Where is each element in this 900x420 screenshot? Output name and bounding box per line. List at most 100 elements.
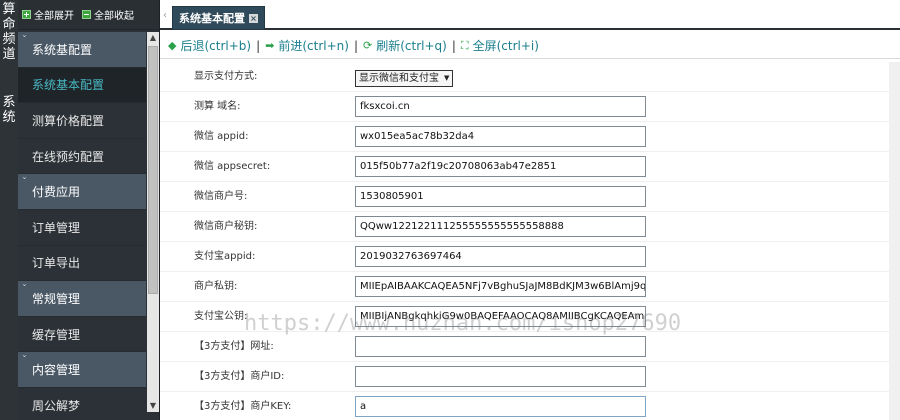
dropdown-caret-icon: ▼ bbox=[444, 74, 450, 82]
form-row-alipay-appid: 支付宝appid: 2019032763697464 bbox=[160, 242, 900, 272]
sidebar-item-label: 系统基配置 bbox=[32, 42, 93, 57]
sidebar-item-label: 周公解梦 bbox=[32, 398, 81, 413]
module-char: 频 bbox=[2, 32, 16, 47]
main-scrollbar[interactable] bbox=[889, 62, 900, 420]
thirdparty-url-label: 【3方支付】网址: bbox=[194, 341, 274, 352]
nav-separator: | bbox=[451, 38, 456, 53]
form-row-wechat-merchant-id: 微信商户号: 1530805901 bbox=[160, 182, 900, 212]
wechat-appid-input[interactable]: wx015ea5ac78b32da4 bbox=[355, 126, 646, 147]
module-char: 道 bbox=[2, 47, 16, 62]
module-tab-system[interactable]: 系 统 bbox=[0, 95, 18, 125]
domain-label: 测算 域名: bbox=[194, 101, 241, 112]
merchant-private-key-label: 商户私钥: bbox=[194, 281, 238, 292]
alipay-appid-label: 支付宝appid: bbox=[194, 251, 256, 262]
sidebar-item-label: 付费应用 bbox=[32, 185, 81, 200]
wechat-merchant-id-label: 微信商户号: bbox=[194, 191, 248, 202]
module-char: 统 bbox=[2, 110, 16, 125]
close-icon[interactable]: × bbox=[249, 13, 258, 23]
refresh-icon: ⟳ bbox=[363, 39, 373, 52]
sidebar-group-general[interactable]: 常规管理 bbox=[18, 281, 146, 317]
nav-separator: | bbox=[353, 38, 358, 53]
form-row-wechat-appid: 微信 appid: wx015ea5ac78b32da4 bbox=[160, 122, 900, 152]
form-row-alipay-public-key: 支付宝公钥: MIIBIjANBgkqhkiG9w0BAQEFAAOCAQ8AM… bbox=[160, 302, 900, 332]
scroll-up-arrow-icon[interactable]: ▲ bbox=[149, 34, 157, 42]
sidebar-group-paid-apps[interactable]: 付费应用 bbox=[18, 174, 146, 210]
sidebar-item-dream-interpretation[interactable]: 周公解梦 bbox=[18, 387, 146, 420]
alipay-appid-input[interactable]: 2019032763697464 bbox=[355, 246, 646, 267]
nav-separator: | bbox=[256, 38, 261, 53]
sidebar-group-content[interactable]: 内容管理 bbox=[18, 352, 146, 388]
module-char: 算 bbox=[2, 2, 16, 17]
tab-label: 系统基本配置 bbox=[179, 12, 245, 25]
tab-system-basic-config[interactable]: 系统基本配置 × bbox=[172, 6, 265, 30]
refresh-label: 刷新(ctrl+q) bbox=[376, 39, 447, 53]
thirdparty-merchant-key-input[interactable]: a bbox=[355, 396, 646, 417]
fullscreen-icon: ⛶ bbox=[460, 38, 469, 52]
wechat-merchant-key-input[interactable]: QQww122122111255555555555558888 bbox=[355, 216, 646, 237]
tab-scroll-left-icon[interactable]: ‹ bbox=[160, 4, 170, 28]
sidebar-menu: 系统基配置 系统基本配置 测算价格配置 在线预约配置 付费应用 订单管理 订单导… bbox=[18, 32, 146, 420]
sidebar-group-system-config[interactable]: 系统基配置 bbox=[18, 32, 146, 68]
wechat-appsecret-label: 微信 appsecret: bbox=[194, 161, 271, 172]
back-label: 后退(ctrl+b) bbox=[180, 39, 252, 53]
collapse-all-label: 全部收起 bbox=[94, 11, 134, 22]
sidebar-item-label: 缓存管理 bbox=[32, 327, 81, 342]
wechat-merchant-id-input[interactable]: 1530805901 bbox=[355, 186, 646, 207]
form-row-payment-display: 显示支付方式: 显示微信和支付宝 ▼ bbox=[160, 62, 900, 92]
fullscreen-label: 全屏(ctrl+i) bbox=[472, 39, 539, 53]
sidebar-item-cache-management[interactable]: 缓存管理 bbox=[18, 316, 146, 353]
payment-display-label: 显示支付方式: bbox=[194, 71, 258, 82]
back-button[interactable]: ◆ 后退(ctrl+b) bbox=[168, 37, 251, 54]
module-char: 命 bbox=[2, 17, 16, 32]
form-row-thirdparty-url: 【3方支付】网址: bbox=[160, 332, 900, 362]
tree-toolbar: 全部展开 全部收起 bbox=[18, 0, 159, 30]
payment-display-select[interactable]: 显示微信和支付宝 ▼ bbox=[355, 70, 454, 87]
sidebar-item-booking-config[interactable]: 在线预约配置 bbox=[18, 138, 146, 175]
thirdparty-url-input[interactable] bbox=[355, 336, 646, 357]
tab-bar: ‹ 系统基本配置 × bbox=[160, 0, 900, 30]
sidebar-item-label: 测算价格配置 bbox=[32, 113, 105, 128]
arrow-left-icon: ◆ bbox=[168, 39, 177, 52]
thirdparty-merchant-id-input[interactable] bbox=[355, 366, 646, 387]
fullscreen-button[interactable]: ⛶ 全屏(ctrl+i) bbox=[461, 37, 539, 54]
sidebar-item-order-export[interactable]: 订单导出 bbox=[18, 245, 146, 282]
minus-icon bbox=[82, 10, 91, 19]
thirdparty-merchant-id-label: 【3方支付】商户ID: bbox=[194, 371, 285, 382]
form-row-thirdparty-merchant-key: 【3方支付】商户KEY: a bbox=[160, 392, 900, 420]
collapse-all-button[interactable]: 全部收起 bbox=[82, 7, 134, 22]
thirdparty-merchant-key-label: 【3方支付】商户KEY: bbox=[194, 401, 292, 412]
sidebar-item-label: 内容管理 bbox=[32, 363, 81, 378]
form-row-thirdparty-merchant-id: 【3方支付】商户ID: bbox=[160, 362, 900, 392]
sidebar-item-label: 订单导出 bbox=[32, 256, 81, 271]
wechat-appsecret-input[interactable]: 015f50b77a2f19c20708063ab47e2851 bbox=[355, 156, 646, 177]
plus-icon bbox=[22, 10, 31, 19]
form-row-wechat-merchant-key: 微信商户秘钥: QQww122122111255555555555558888 bbox=[160, 212, 900, 242]
module-char: 系 bbox=[2, 95, 16, 110]
sidebar-item-label: 在线预约配置 bbox=[32, 149, 105, 164]
expand-all-button[interactable]: 全部展开 bbox=[22, 7, 74, 22]
sidebar-item-system-basic-config[interactable]: 系统基本配置 bbox=[18, 67, 146, 104]
refresh-button[interactable]: ⟳ 刷新(ctrl+q) bbox=[363, 37, 447, 54]
sidebar-item-order-management[interactable]: 订单管理 bbox=[18, 209, 146, 246]
forward-button[interactable]: ➡ 前进(ctrl+n) bbox=[265, 37, 349, 54]
form-row-wechat-appsecret: 微信 appsecret: 015f50b77a2f19c20708063ab4… bbox=[160, 152, 900, 182]
config-form: 显示支付方式: 显示微信和支付宝 ▼ 测算 域名: fksxcoi.cn 微信 … bbox=[160, 62, 900, 420]
sidebar-item-price-config[interactable]: 测算价格配置 bbox=[18, 103, 146, 139]
sidebar-scrollbar[interactable]: ▲ ▼ bbox=[147, 32, 159, 412]
forward-label: 前进(ctrl+n) bbox=[278, 39, 349, 53]
alipay-public-key-label: 支付宝公钥: bbox=[194, 311, 248, 322]
module-tab-fortune-channel[interactable]: 算 命 频 道 bbox=[0, 2, 18, 62]
domain-input[interactable]: fksxcoi.cn bbox=[355, 96, 646, 117]
sidebar-item-label: 常规管理 bbox=[32, 291, 81, 306]
scroll-down-arrow-icon[interactable]: ▼ bbox=[149, 402, 157, 410]
wechat-appid-label: 微信 appid: bbox=[194, 131, 249, 142]
sidebar: 全部展开 全部收起 系统基配置 系统基本配置 测算价格配置 在线预约配置 付费应… bbox=[18, 0, 160, 420]
alipay-public-key-input[interactable]: MIIBIjANBgkqhkiG9w0BAQEFAAOCAQ8AMIIBCgKC… bbox=[355, 306, 646, 327]
navigation-toolbar: ◆ 后退(ctrl+b) | ➡ 前进(ctrl+n) | ⟳ 刷新(ctrl+… bbox=[160, 33, 900, 59]
sidebar-item-label: 系统基本配置 bbox=[32, 78, 105, 93]
payment-display-value: 显示微信和支付宝 bbox=[359, 73, 439, 84]
sidebar-scrollbar-thumb[interactable] bbox=[148, 46, 158, 294]
wechat-merchant-key-label: 微信商户秘钥: bbox=[194, 221, 258, 232]
merchant-private-key-input[interactable]: MIIEpAIBAAKCAQEA5NFj7vBghuSJaJM8BdKJM3w6… bbox=[355, 276, 646, 297]
arrow-right-icon: ➡ bbox=[265, 39, 275, 52]
